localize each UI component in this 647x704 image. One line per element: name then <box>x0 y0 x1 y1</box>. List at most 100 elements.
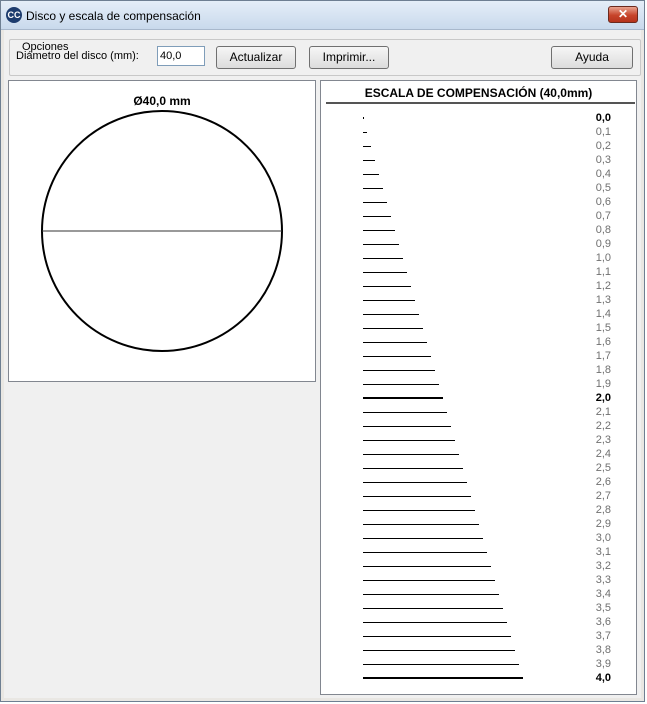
scale-row: 2,1 <box>321 405 636 419</box>
scale-tick <box>363 146 371 147</box>
scale-row: 0,3 <box>321 153 636 167</box>
scale-value-label: 0,4 <box>595 168 611 180</box>
close-button[interactable]: ✕ <box>608 6 638 23</box>
scale-row: 3,0 <box>321 531 636 545</box>
scale-tick <box>363 580 495 581</box>
scale-tick <box>363 370 435 371</box>
scale-row: 3,8 <box>321 643 636 657</box>
scale-row: 3,2 <box>321 559 636 573</box>
scale-tick <box>363 524 479 525</box>
scale-row: 3,9 <box>321 657 636 671</box>
app-logo-icon: CC <box>6 7 22 23</box>
disc-panel: Ø40,0 mm <box>8 80 316 382</box>
compensation-window: CC Disco y escala de compensación ✕ Opci… <box>0 0 645 702</box>
scale-value-label: 3,8 <box>595 644 611 656</box>
scale-value-label: 2,2 <box>595 420 611 432</box>
scale-row: 2,3 <box>321 433 636 447</box>
scale-value-label: 3,4 <box>595 588 611 600</box>
diameter-input[interactable] <box>157 46 205 66</box>
scale-tick <box>363 412 447 413</box>
scale-value-label: 0,5 <box>595 182 611 194</box>
scale-row: 1,8 <box>321 363 636 377</box>
scale-tick <box>363 608 503 609</box>
scale-row: 0,4 <box>321 167 636 181</box>
print-button[interactable]: Imprimir... <box>309 46 389 69</box>
scale-tick <box>363 272 407 273</box>
diameter-label: Diámetro del disco (mm): <box>16 50 139 62</box>
scale-row: 1,0 <box>321 251 636 265</box>
scale-row: 1,4 <box>321 307 636 321</box>
scale-tick <box>363 188 383 189</box>
scale-value-label: 1,1 <box>595 266 611 278</box>
scale-tick <box>363 664 519 665</box>
scale-row: 2,5 <box>321 461 636 475</box>
scale-row: 1,9 <box>321 377 636 391</box>
scale-row: 2,7 <box>321 489 636 503</box>
scale-value-label: 1,3 <box>595 294 611 306</box>
scale-row: 0,9 <box>321 237 636 251</box>
scale-value-label: 3,3 <box>595 574 611 586</box>
scale-value-label: 2,9 <box>595 518 611 530</box>
scale-row: 2,2 <box>321 419 636 433</box>
scale-row: 3,7 <box>321 629 636 643</box>
scale-row: 1,5 <box>321 321 636 335</box>
scale-tick <box>363 258 403 259</box>
scale-row: 0,6 <box>321 195 636 209</box>
scale-tick <box>363 594 499 595</box>
window-title: Disco y escala de compensación <box>26 9 201 23</box>
scale-row: 0,7 <box>321 209 636 223</box>
help-button[interactable]: Ayuda <box>551 46 633 69</box>
scale-row: 3,3 <box>321 573 636 587</box>
scale-tick <box>363 538 483 539</box>
scale-tick <box>363 677 523 679</box>
scale-row: 2,8 <box>321 503 636 517</box>
scale-value-label: 0,2 <box>595 140 611 152</box>
scale-tick <box>363 202 387 203</box>
client-area: Opciones Diámetro del disco (mm): Actual… <box>4 30 641 698</box>
scale-value-label: 2,4 <box>595 448 611 460</box>
scale-tick <box>363 286 411 287</box>
scale-value-label: 1,8 <box>595 364 611 376</box>
scale-tick <box>363 174 379 175</box>
close-icon: ✕ <box>617 7 629 21</box>
scale-title: ESCALA DE COMPENSACIÓN (40,0mm) <box>364 86 593 100</box>
scale-value-label: 3,2 <box>595 560 611 572</box>
scale-value-label: 1,0 <box>595 252 611 264</box>
scale-tick <box>363 397 443 399</box>
scale-tick <box>363 482 467 483</box>
scale-tick <box>363 650 515 651</box>
scale-value-label: 0,6 <box>595 196 611 208</box>
title-bar[interactable]: CC Disco y escala de compensación ✕ <box>1 1 644 30</box>
scale-value-label: 2,1 <box>595 406 611 418</box>
update-button[interactable]: Actualizar <box>216 46 296 69</box>
scale-tick <box>363 510 475 511</box>
scale-row: 2,0 <box>321 391 636 405</box>
scale-value-label: 3,0 <box>595 532 611 544</box>
scale-row: 2,6 <box>321 475 636 489</box>
scale-row: 3,5 <box>321 601 636 615</box>
scale-row: 1,3 <box>321 293 636 307</box>
scale-row: 4,0 <box>321 671 636 685</box>
scale-row: 3,4 <box>321 587 636 601</box>
scale-value-label: 3,6 <box>595 616 611 628</box>
scale-value-label: 2,8 <box>595 504 611 516</box>
scale-value-label: 1,7 <box>595 350 611 362</box>
scale-row: 3,1 <box>321 545 636 559</box>
scale-value-label: 1,2 <box>595 280 611 292</box>
scale-tick <box>363 454 459 455</box>
scale-value-label: 1,9 <box>595 378 611 390</box>
scale-tick <box>363 440 455 441</box>
scale-tick <box>363 384 439 385</box>
disc-drawing <box>41 110 283 352</box>
scale-value-label: 0,9 <box>595 238 611 250</box>
scale-row: 1,2 <box>321 279 636 293</box>
scale-tick <box>363 342 427 343</box>
scale-value-label: 0,1 <box>595 126 611 138</box>
scale-value-label: 1,5 <box>595 322 611 334</box>
scale-row: 0,0 <box>321 111 636 125</box>
scale-row: 0,1 <box>321 125 636 139</box>
scale-tick <box>363 160 375 161</box>
scale-value-label: 3,9 <box>595 658 611 670</box>
scale-value-label: 0,3 <box>595 154 611 166</box>
scale-row: 1,7 <box>321 349 636 363</box>
